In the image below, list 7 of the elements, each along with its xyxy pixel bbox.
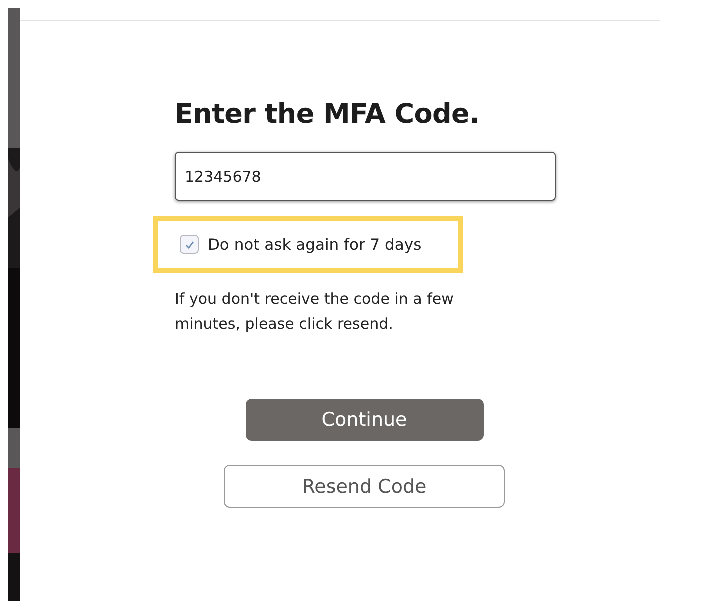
resend-button[interactable]: Resend Code [224,465,505,508]
code-field[interactable]: 12345678 [175,152,556,201]
checkbox-label: Do not ask again for 7 days [208,236,422,254]
hint-text: If you don't receive the code in a few minutes, please click resend. [175,289,455,335]
checkbox[interactable] [180,235,199,254]
page-title: Enter the MFA Code. [175,99,480,130]
continue-button[interactable]: Continue [246,399,484,441]
